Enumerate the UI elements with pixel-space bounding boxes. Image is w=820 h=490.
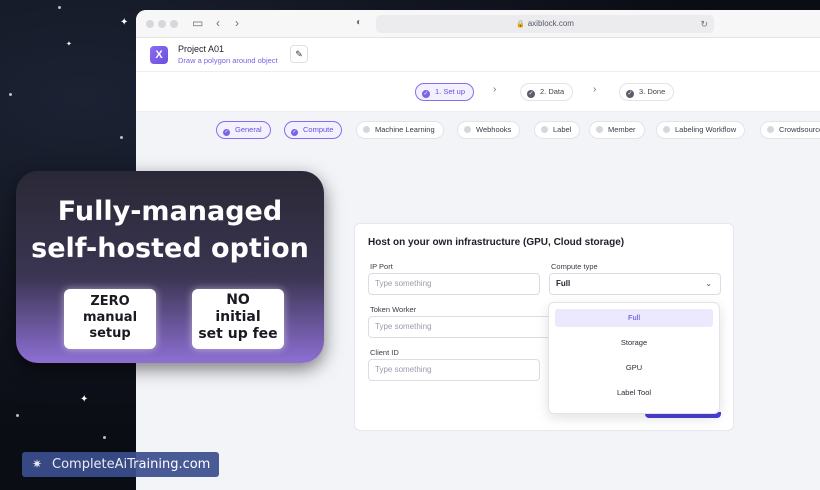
- shield-icon[interactable]: ◐: [356, 17, 362, 28]
- tab-member[interactable]: Member: [589, 121, 645, 139]
- dot-icon: [596, 126, 603, 133]
- check-icon: ✓: [422, 90, 430, 98]
- dot-icon: [663, 126, 670, 133]
- card-title: Host on your own infrastructure (GPU, Cl…: [368, 237, 625, 248]
- star-dot: [58, 6, 61, 9]
- badge-line: manual: [82, 310, 138, 325]
- tab-label: General: [235, 125, 262, 134]
- tab-label: Label: [553, 125, 572, 134]
- tab-label: Compute: [303, 125, 334, 134]
- badge-line: initial: [215, 309, 261, 325]
- step-label: 3. Done: [639, 87, 666, 96]
- no-fee-badge: NO initial set up fee: [192, 289, 284, 349]
- option-gpu[interactable]: GPU: [555, 359, 713, 377]
- lock-icon: 🔒: [516, 21, 525, 28]
- star-dot: [16, 414, 19, 417]
- browser-toolbar: ▭ ‹ › ◐ 🔒 axiblock.com ↻: [136, 10, 820, 38]
- check-icon: ✓: [223, 129, 230, 136]
- check-icon: ✓: [291, 129, 298, 136]
- option-label-tool[interactable]: Label Tool: [555, 384, 713, 402]
- tab-machine-learning[interactable]: Machine Learning: [356, 121, 444, 139]
- reload-icon[interactable]: ↻: [700, 15, 708, 33]
- sparkle-icon: ✦: [66, 41, 72, 48]
- dot-icon: [767, 126, 774, 133]
- app-logo-icon: X: [150, 46, 168, 64]
- tab-labeling-workflow[interactable]: Labeling Workflow: [656, 121, 746, 139]
- tab-label: Machine Learning: [375, 125, 435, 134]
- compute-type-select[interactable]: Full ⌄: [549, 273, 721, 295]
- headline-line: self-hosted option: [31, 233, 309, 264]
- option-full[interactable]: Full: [555, 309, 713, 327]
- dot-icon: [464, 126, 471, 133]
- step-label: 2. Data: [540, 87, 565, 96]
- check-icon: ✓: [527, 90, 535, 98]
- tab-general[interactable]: ✓ General: [216, 121, 271, 139]
- client-id-label: Client ID: [370, 348, 399, 357]
- step-done[interactable]: ✓ 3. Done: [619, 83, 675, 101]
- tab-webhooks[interactable]: Webhooks: [457, 121, 521, 139]
- option-storage[interactable]: Storage: [555, 334, 713, 352]
- watermark: ✷ CompleteAiTraining.com: [22, 452, 219, 477]
- project-title: Project A01: [178, 44, 225, 54]
- tab-label: Member: [608, 125, 636, 134]
- step-setup[interactable]: ✓ 1. Set up: [415, 83, 475, 101]
- badge-line: set up fee: [198, 326, 278, 342]
- step-data[interactable]: ✓ 2. Data: [520, 83, 574, 101]
- ip-port-input[interactable]: Type something: [368, 273, 540, 295]
- star-dot: [120, 136, 123, 139]
- tab-compute[interactable]: ✓ Compute: [284, 121, 343, 139]
- sparkle-icon: ✦: [80, 394, 89, 405]
- url-text: axiblock.com: [527, 19, 574, 28]
- zero-setup-badge: ZERO manual setup: [64, 289, 156, 349]
- forward-icon[interactable]: ›: [235, 16, 239, 30]
- sidebar-toggle-icon[interactable]: ▭: [192, 16, 203, 30]
- address-bar[interactable]: 🔒 axiblock.com ↻: [376, 15, 714, 33]
- window-minimize-button[interactable]: [158, 20, 166, 28]
- sparkle-icon: ✦: [120, 17, 129, 28]
- tab-label: Labeling Workflow: [675, 125, 737, 134]
- dot-icon: [363, 126, 370, 133]
- compute-type-dropdown: Full Storage GPU Label Tool: [548, 302, 720, 414]
- star-dot: [103, 436, 106, 439]
- dot-icon: [541, 126, 548, 133]
- ip-port-label: IP Port: [370, 262, 393, 271]
- window-maximize-button[interactable]: [170, 20, 178, 28]
- tab-label: Webhooks: [476, 125, 512, 134]
- promo-card: Fully-managed self-hosted option ZERO ma…: [16, 171, 324, 363]
- tab-crowdsource[interactable]: Crowdsource: [760, 121, 820, 139]
- badge-line: setup: [89, 326, 131, 341]
- star-dot: [9, 93, 12, 96]
- badge-line: ZERO: [90, 294, 130, 309]
- token-worker-label: Token Worker: [370, 305, 417, 314]
- window-close-button[interactable]: [146, 20, 154, 28]
- chevron-right-icon: ›: [493, 84, 497, 95]
- client-id-input[interactable]: Type something: [368, 359, 540, 381]
- steps-bar: ✓ 1. Set up › ✓ 2. Data › ✓ 3. Done: [136, 72, 820, 112]
- badge-line: NO: [226, 292, 250, 308]
- compute-type-value: Full: [556, 279, 571, 288]
- promo-headline: Fully-managed self-hosted option: [16, 193, 324, 267]
- watermark-text: CompleteAiTraining.com: [52, 457, 211, 472]
- headline-line: Fully-managed: [57, 196, 283, 227]
- tab-label[interactable]: Label: [534, 121, 581, 139]
- edit-project-button[interactable]: ✎: [290, 45, 308, 63]
- check-icon: ✓: [626, 90, 634, 98]
- sparkle-logo-icon: ✷: [32, 457, 43, 471]
- compute-type-label: Compute type: [551, 262, 598, 271]
- back-icon[interactable]: ‹: [216, 16, 220, 30]
- step-label: 1. Set up: [435, 87, 466, 96]
- project-subtitle: Draw a polygon around object: [178, 56, 278, 65]
- pencil-icon: ✎: [295, 49, 303, 59]
- tab-label: Crowdsource: [779, 125, 820, 134]
- chevron-down-icon: ⌄: [705, 279, 712, 288]
- chevron-right-icon: ›: [593, 84, 597, 95]
- app-header: X Project A01 Draw a polygon around obje…: [136, 38, 820, 72]
